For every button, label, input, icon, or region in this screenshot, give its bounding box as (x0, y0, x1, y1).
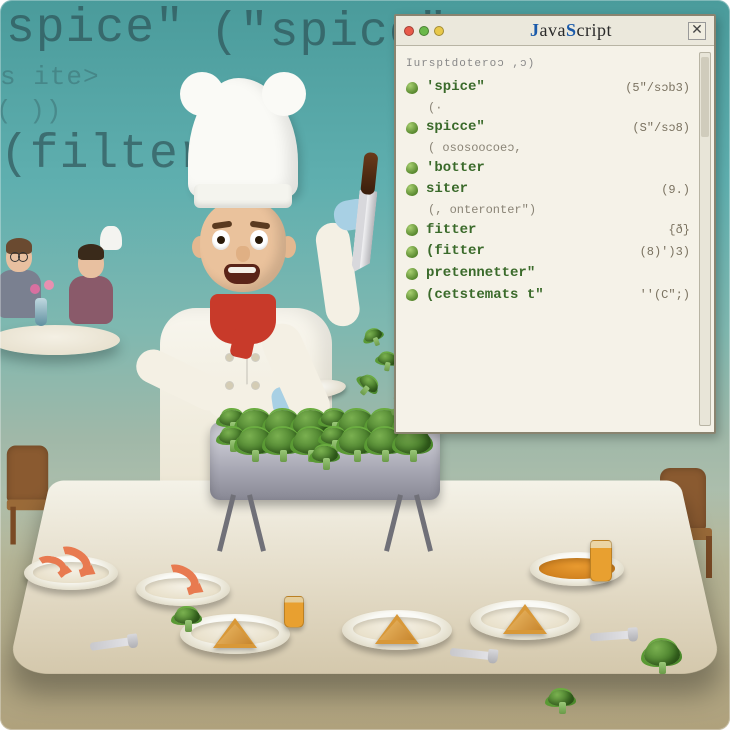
broccoli-icon (312, 446, 338, 470)
code-rhs: (9.) (661, 181, 690, 200)
broccoli-bullet-icon (406, 122, 418, 134)
code-line: pretennetter" (406, 263, 708, 285)
close-dot-icon[interactable] (404, 26, 414, 36)
editor-header-scribble: Iursptdoteroɔ ,ɔ) (406, 56, 708, 73)
code-line: siter (9.) (406, 179, 708, 201)
code-keyword: pretennetter" (426, 263, 535, 285)
code-line: (fitter (8)')3) (406, 241, 708, 263)
broccoli-bullet-icon (406, 162, 418, 174)
broccoli-bullet-icon (406, 224, 418, 236)
minimize-dot-icon[interactable] (419, 26, 429, 36)
code-line: 'botter (406, 158, 708, 180)
code-rhs: (S"/sɔ8) (632, 119, 690, 138)
plate-shrimp-1 (24, 556, 118, 590)
window-title: JavaScript (458, 20, 684, 41)
illustration-canvas: spice" ("spice" s ite> ( )) (filter" (0, 0, 730, 730)
plate-samosa-2 (342, 610, 452, 650)
buffet-table (30, 444, 700, 674)
chef-hat-icon (188, 78, 298, 198)
code-keyword: 'botter (426, 158, 485, 180)
plate-samosa-1 (180, 614, 290, 654)
broccoli-bullet-icon (406, 246, 418, 258)
code-line: spicce" (S"/sɔ8) (406, 117, 708, 139)
code-line: fitter {ð} (406, 220, 708, 242)
code-rhs: ''(C";) (640, 286, 690, 305)
code-subline: (, onteronter") (406, 201, 708, 220)
bg-word-frag1: s ite> (0, 62, 100, 92)
bg-word-frag2: ( )) (0, 96, 62, 126)
code-keyword: fitter (426, 220, 476, 242)
code-keyword: spicce" (426, 117, 485, 139)
code-line: (cetstemats t" ''(C";) (406, 285, 708, 307)
plate-samosa-3 (470, 600, 580, 640)
broccoli-bullet-icon (406, 82, 418, 94)
scrollbar[interactable] (699, 52, 711, 426)
code-keyword: (fitter (426, 241, 485, 263)
broccoli-bullet-icon (406, 184, 418, 196)
knife-icon (348, 152, 382, 274)
broccoli-bullet-icon (406, 289, 418, 301)
background-table (0, 325, 120, 355)
window-controls[interactable] (404, 26, 444, 36)
code-editor-window: JavaScript ✕ Iursptdoteroɔ ,ɔ) 'spice" (5… (394, 14, 716, 434)
loose-broccoli-2 (552, 698, 570, 706)
neckerchief-icon (210, 294, 276, 344)
code-keyword: 'spice" (426, 77, 485, 99)
editor-body[interactable]: Iursptdoteroɔ ,ɔ) 'spice" (5"/sɔb3)(·spic… (396, 46, 714, 432)
bg-word-spice-tl: spice" (6, 2, 185, 56)
code-rhs: {ð} (668, 221, 690, 240)
diner-right (66, 248, 116, 338)
vase (35, 298, 47, 326)
code-rhs: (8)')3) (640, 243, 690, 262)
code-subline: (· (406, 99, 708, 118)
code-keyword: (cetstemats t" (426, 285, 544, 307)
flowers-icon (28, 280, 56, 302)
broccoli-bullet-icon (406, 268, 418, 280)
code-subline: ( ososoocoeɔ, (406, 139, 708, 158)
juice-glass-2 (590, 540, 612, 582)
close-button[interactable]: ✕ (688, 22, 706, 40)
code-keyword: siter (426, 179, 468, 201)
code-line: 'spice" (5"/sɔb3) (406, 77, 708, 99)
zoom-dot-icon[interactable] (434, 26, 444, 36)
juice-glass-1 (284, 596, 304, 628)
code-rhs: (5"/sɔb3) (625, 79, 690, 98)
editor-titlebar[interactable]: JavaScript ✕ (396, 16, 714, 46)
loose-broccoli-1 (648, 648, 676, 666)
plate-shrimp-2 (136, 572, 230, 606)
